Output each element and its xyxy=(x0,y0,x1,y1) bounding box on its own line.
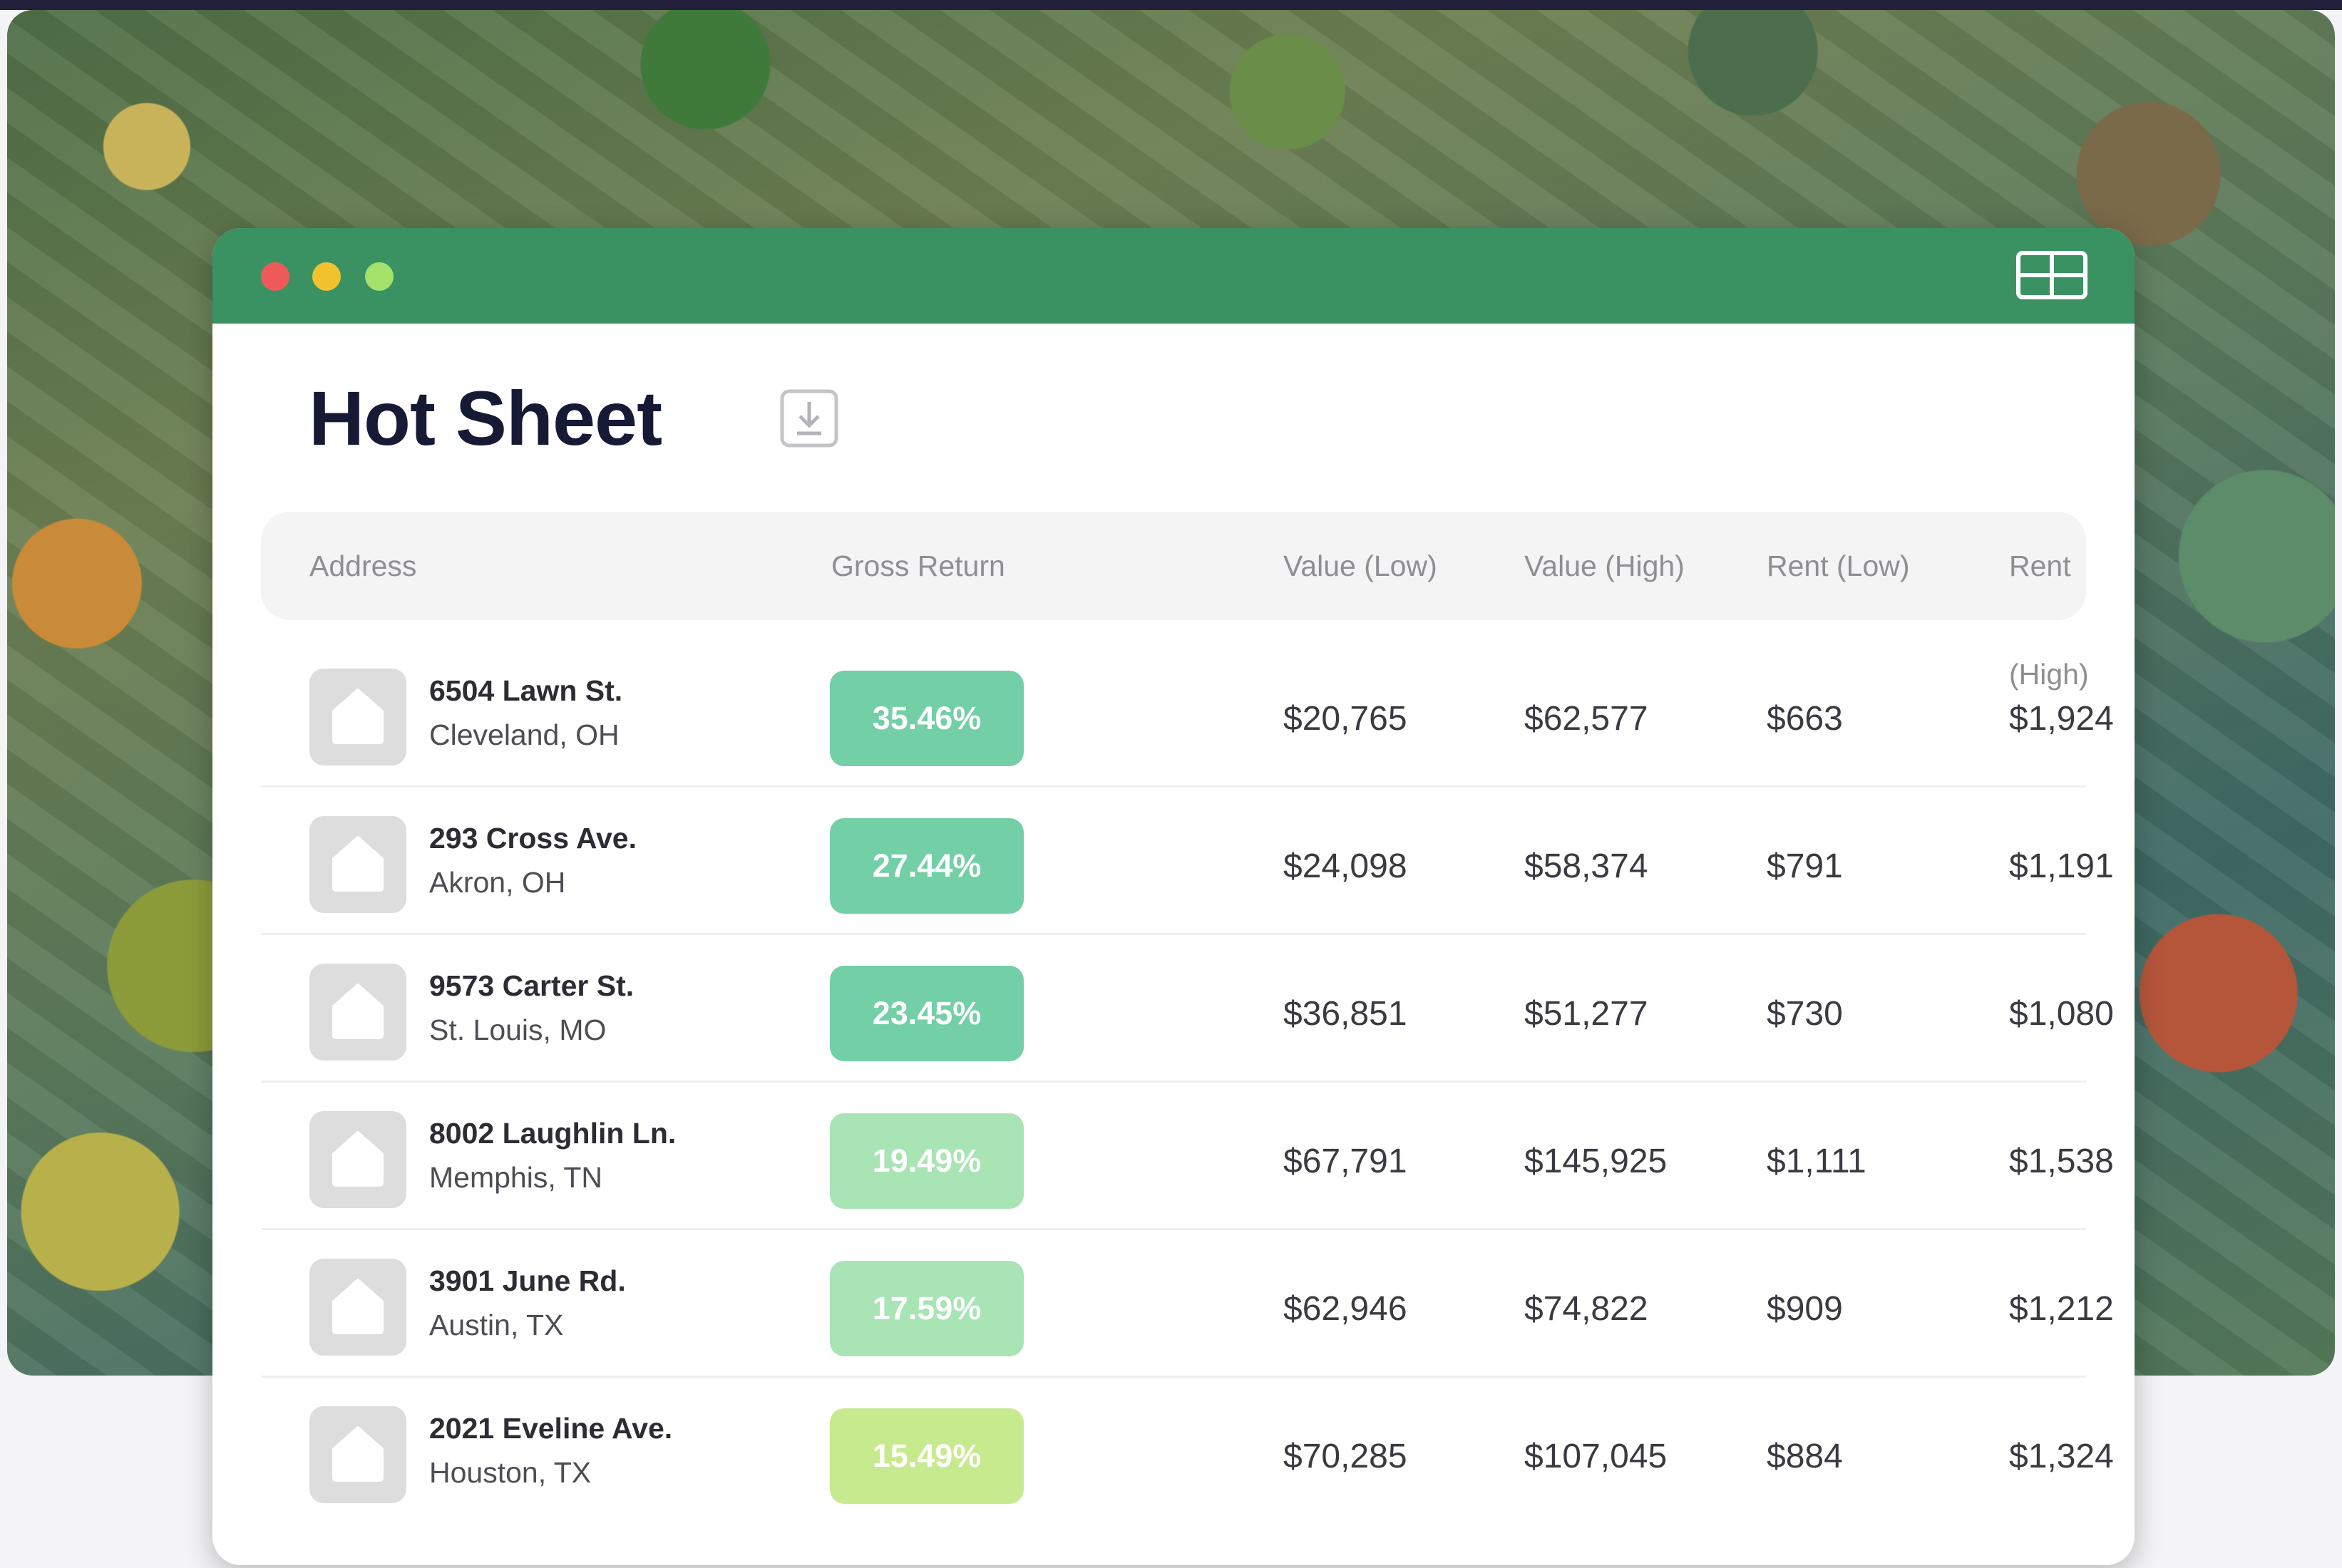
house-icon xyxy=(332,1279,384,1334)
value-high-cell: $51,277 xyxy=(1524,995,1648,1033)
rent-high-cell: $1,080 xyxy=(2009,995,2114,1033)
grid-icon[interactable] xyxy=(2016,251,2087,299)
column-header-address[interactable]: Address xyxy=(309,512,416,620)
sheet-header: Hot Sheet xyxy=(212,324,2135,495)
address-city: Cleveland, OH xyxy=(429,718,620,751)
table-row[interactable]: 6504 Lawn St. Cleveland, OH 35.46% $20,7… xyxy=(261,640,2114,788)
value-low-cell: $36,851 xyxy=(1283,995,1407,1033)
value-low-cell: $70,285 xyxy=(1283,1438,1407,1475)
top-strip xyxy=(0,0,2342,10)
house-icon xyxy=(332,688,384,744)
property-thumbnail xyxy=(309,816,406,913)
address-city: Austin, TX xyxy=(429,1309,564,1341)
gross-return-badge: 23.45% xyxy=(830,966,1024,1061)
value-high-cell: $107,045 xyxy=(1524,1438,1668,1475)
value-low-cell: $20,765 xyxy=(1283,700,1407,738)
property-thumbnail xyxy=(309,669,406,765)
rent-high-cell: $1,324 xyxy=(2009,1438,2114,1475)
table-body: 6504 Lawn St. Cleveland, OH 35.46% $20,7… xyxy=(261,640,2114,1523)
rent-low-cell: $884 xyxy=(1767,1438,1843,1475)
address-street[interactable]: 6504 Lawn St. xyxy=(429,674,622,708)
rent-low-cell: $730 xyxy=(1767,995,1843,1033)
address-city: Akron, OH xyxy=(429,866,566,899)
rent-low-cell: $1,111 xyxy=(1767,1143,1866,1180)
rent-low-cell: $909 xyxy=(1767,1290,1843,1328)
maximize-window-button[interactable] xyxy=(365,262,394,291)
address-street[interactable]: 3901 June Rd. xyxy=(429,1264,626,1298)
column-header-rent-high[interactable]: Rent (High) xyxy=(2009,512,2089,691)
house-icon xyxy=(332,984,384,1039)
value-high-cell: $62,577 xyxy=(1524,700,1648,738)
close-window-button[interactable] xyxy=(261,262,289,291)
table-header: Address Gross Return Value (Low) Value (… xyxy=(261,512,2089,691)
address-street[interactable]: 2021 Eveline Ave. xyxy=(429,1412,672,1445)
address-street[interactable]: 8002 Laughlin Ln. xyxy=(429,1117,676,1150)
address-street[interactable]: 293 Cross Ave. xyxy=(429,822,637,855)
value-high-cell: $145,925 xyxy=(1524,1143,1668,1180)
value-low-cell: $24,098 xyxy=(1283,847,1407,885)
property-thumbnail xyxy=(309,1406,406,1503)
page-title: Hot Sheet xyxy=(309,375,662,461)
house-icon xyxy=(332,1131,384,1187)
rent-high-cell: $1,924 xyxy=(2009,700,2114,738)
gross-return-badge: 35.46% xyxy=(830,671,1024,766)
table-row[interactable]: 3901 June Rd. Austin, TX 17.59% $62,946 … xyxy=(261,1230,2114,1378)
address-city: Memphis, TN xyxy=(429,1161,603,1194)
address-street[interactable]: 9573 Carter St. xyxy=(429,969,634,1003)
property-thumbnail xyxy=(309,1111,406,1208)
address-city: St. Louis, MO xyxy=(429,1013,607,1046)
gross-return-badge: 15.49% xyxy=(830,1408,1024,1504)
rent-high-cell: $1,212 xyxy=(2009,1290,2114,1328)
value-low-cell: $67,791 xyxy=(1283,1143,1407,1180)
column-header-gross-return[interactable]: Gross Return xyxy=(831,512,1005,620)
table-row[interactable]: 9573 Carter St. St. Louis, MO 23.45% $36… xyxy=(261,935,2114,1083)
gross-return-badge: 17.59% xyxy=(830,1261,1024,1356)
column-header-rent-low[interactable]: Rent (Low) xyxy=(1767,512,1910,620)
column-header-value-low[interactable]: Value (Low) xyxy=(1283,512,1437,620)
rent-high-cell: $1,538 xyxy=(2009,1143,2114,1180)
table-row[interactable]: 293 Cross Ave. Akron, OH 27.44% $24,098 … xyxy=(261,788,2114,935)
table-row[interactable]: 8002 Laughlin Ln. Memphis, TN 19.49% $67… xyxy=(261,1083,2114,1230)
download-icon[interactable] xyxy=(780,389,838,448)
rent-low-cell: $791 xyxy=(1767,847,1843,885)
house-icon xyxy=(332,836,384,892)
table-row[interactable]: 2021 Eveline Ave. Houston, TX 15.49% $70… xyxy=(261,1378,2114,1523)
rent-low-cell: $663 xyxy=(1767,700,1843,738)
app-window: Hot Sheet Address Gross Return Value (Lo… xyxy=(212,228,2135,1565)
window-titlebar xyxy=(212,228,2135,324)
rent-high-cell: $1,191 xyxy=(2009,847,2114,885)
property-thumbnail xyxy=(309,964,406,1061)
column-header-value-high[interactable]: Value (High) xyxy=(1524,512,1685,620)
gross-return-badge: 19.49% xyxy=(830,1113,1024,1209)
address-city: Houston, TX xyxy=(429,1456,592,1489)
value-high-cell: $58,374 xyxy=(1524,847,1648,885)
minimize-window-button[interactable] xyxy=(312,262,341,291)
house-icon xyxy=(332,1426,384,1482)
value-low-cell: $62,946 xyxy=(1283,1290,1407,1328)
property-thumbnail xyxy=(309,1259,406,1356)
gross-return-badge: 27.44% xyxy=(830,818,1024,914)
value-high-cell: $74,822 xyxy=(1524,1290,1648,1328)
